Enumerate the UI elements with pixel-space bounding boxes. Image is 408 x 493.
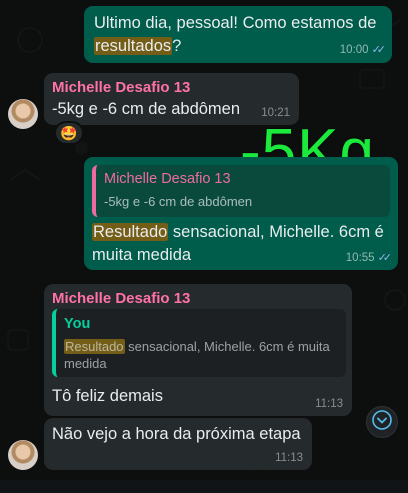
message-time: 11:13 (315, 398, 343, 410)
quote-sender: You (64, 316, 91, 332)
incoming-message-4[interactable]: Michelle Desafio 13 You Resultado sensac… (44, 284, 352, 416)
message-text: -5kg e -6 cm de abdômen (52, 100, 241, 118)
quote-text: Resultado sensacional, Michelle. 6cm é m… (64, 339, 330, 371)
message-meta: 10:00 ✓✓ (339, 43, 387, 56)
reaction-badge[interactable]: 🤩 (54, 121, 84, 145)
incoming-message-5[interactable]: Não vejo a hora da próxima etapa 11:13 (44, 418, 312, 470)
chevron-down-icon (371, 409, 393, 436)
outgoing-message-1[interactable]: Ultimo dia, pessoal! Como estamos de res… (84, 6, 392, 63)
avatar[interactable] (8, 99, 38, 129)
sender-name[interactable]: Michelle Desafio 13 (52, 290, 190, 307)
composer-bar[interactable] (0, 480, 408, 493)
quote-text: -5kg e -6 cm de abdômen (104, 194, 253, 209)
double-check-icon: ✓✓ (377, 252, 393, 264)
outgoing-message-3[interactable]: Michelle Desafio 13 -5kg e -6 cm de abdô… (84, 157, 398, 270)
scroll-down-button[interactable] (366, 406, 398, 438)
sender-name[interactable]: Michelle Desafio 13 (52, 79, 190, 96)
quote-sender: Michelle Desafio 13 (104, 171, 231, 187)
quoted-message[interactable]: You Resultado sensacional, Michelle. 6cm… (52, 309, 346, 377)
message-text: Tô feliz demais (52, 387, 163, 405)
quoted-message[interactable]: Michelle Desafio 13 -5kg e -6 cm de abdô… (92, 165, 390, 217)
avatar[interactable] (8, 440, 38, 470)
message-time: 11:13 (275, 452, 303, 464)
double-check-icon: ✓✓ (371, 44, 387, 56)
message-meta: 10:55 ✓✓ (345, 251, 393, 264)
message-text: Não vejo a hora da próxima etapa (52, 425, 301, 443)
message-time: 10:55 (345, 252, 375, 264)
message-time: 10:00 (339, 44, 369, 56)
